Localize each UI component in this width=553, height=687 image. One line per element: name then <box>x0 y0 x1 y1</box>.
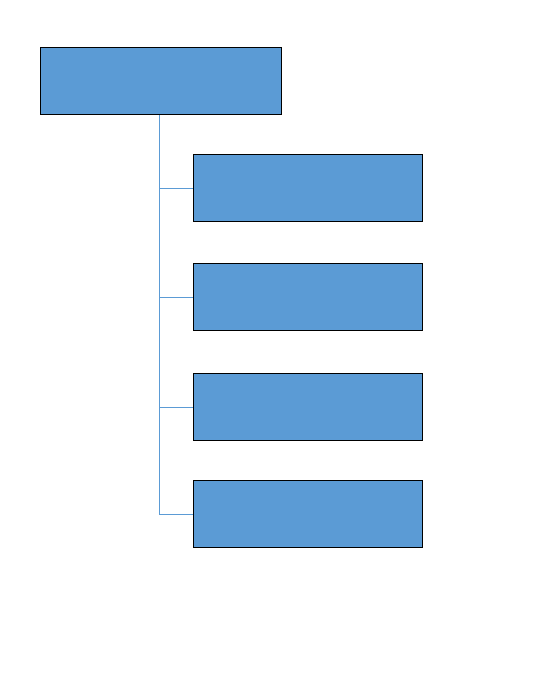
hierarchy-child-box-4 <box>193 480 423 548</box>
hierarchy-child-box-1 <box>193 154 423 222</box>
connector-vertical <box>159 115 160 514</box>
connector-horizontal-2 <box>159 297 193 298</box>
connector-horizontal-4 <box>159 514 193 515</box>
hierarchy-child-box-3 <box>193 373 423 441</box>
hierarchy-child-box-2 <box>193 263 423 331</box>
connector-horizontal-1 <box>159 188 193 189</box>
connector-horizontal-3 <box>159 407 193 408</box>
hierarchy-root-box <box>40 47 282 115</box>
